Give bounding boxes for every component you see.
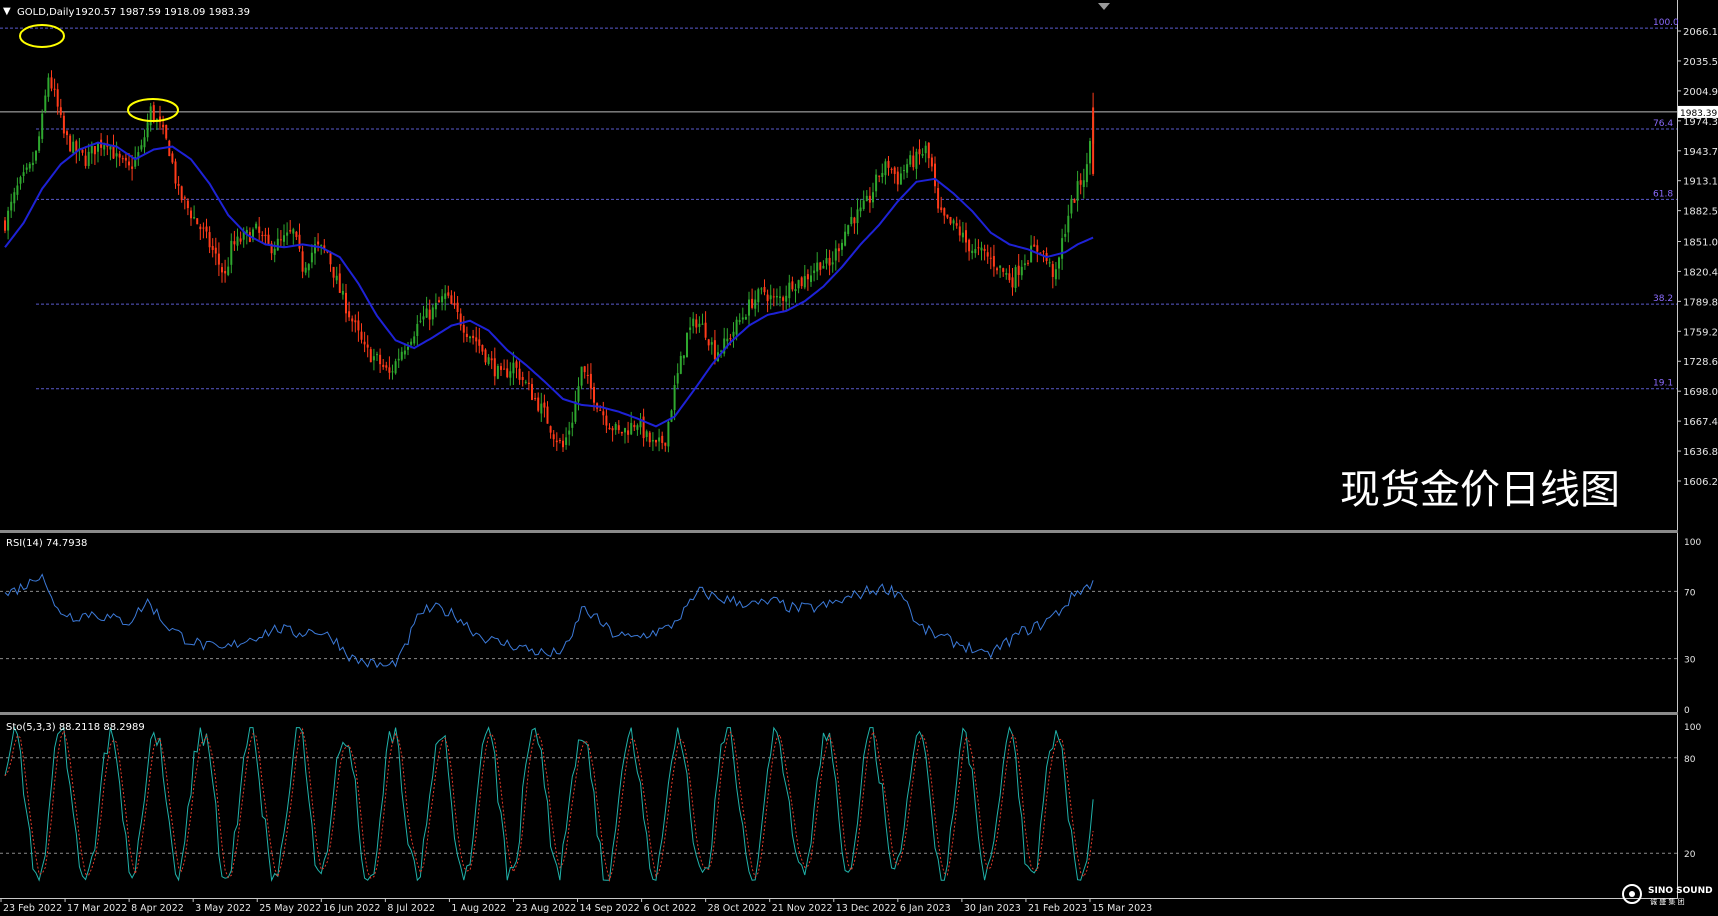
- rsi-tick-label: 0: [1684, 706, 1690, 716]
- pane-separator-1[interactable]: [0, 530, 1678, 533]
- fib-level-label: 61.8: [1653, 189, 1673, 199]
- time-tick-label: 23 Feb 2022: [3, 903, 62, 914]
- price-tick-label: 1851.00: [1683, 237, 1718, 248]
- time-tick-label: 13 Dec 2022: [836, 903, 897, 914]
- time-tick-label: 21 Feb 2023: [1028, 903, 1087, 914]
- sto-title: Sto(5,3,3) 88.2118 88.2989: [6, 722, 145, 733]
- fib-level-label: 76.4: [1653, 119, 1673, 129]
- time-tick-label: 23 Aug 2022: [515, 903, 576, 914]
- sto-tick-label: 100: [1684, 723, 1701, 733]
- brand-name: SINO SOUND: [1648, 886, 1713, 896]
- rsi-tick-label: 100: [1684, 538, 1701, 548]
- time-tick-label: 16 Jun 2022: [323, 903, 380, 914]
- price-tick-label: 1913.10: [1683, 177, 1718, 188]
- candle: [41, 109, 44, 143]
- time-tick-label: 6 Oct 2022: [644, 903, 697, 914]
- time-tick-label: 17 Mar 2022: [67, 903, 127, 914]
- price-tick-label: 1820.40: [1683, 267, 1718, 278]
- price-tick-label: 1943.70: [1683, 147, 1718, 158]
- fib-level-label: 19.1: [1653, 379, 1673, 389]
- candle: [496, 363, 499, 380]
- price-tick-label: 1667.40: [1683, 417, 1718, 428]
- time-tick-label: 28 Oct 2022: [708, 903, 767, 914]
- brand-subtitle: 诚 盛 集 团: [1650, 897, 1685, 906]
- price-tick-label: 1882.50: [1683, 207, 1718, 218]
- price-tick-label: 2066.10: [1683, 27, 1718, 38]
- sto-tick-label: 80: [1684, 755, 1696, 765]
- time-tick-label: 3 May 2022: [195, 903, 251, 914]
- time-tick-label: 14 Sep 2022: [580, 903, 640, 914]
- candle: [165, 124, 168, 141]
- time-tick-label: 25 May 2022: [259, 903, 321, 914]
- fib-level-label: 100.0: [1653, 18, 1679, 28]
- sto-tick-label: 20: [1684, 850, 1696, 860]
- price-tick-label: 1728.60: [1683, 357, 1718, 368]
- chart-window: 2066.102035.502004.901974.301943.701913.…: [0, 0, 1718, 916]
- time-tick-label: 6 Jan 2023: [900, 903, 951, 914]
- fib-level-label: 38.2: [1653, 294, 1673, 304]
- candle: [369, 346, 372, 363]
- time-tick-label: 21 Nov 2022: [772, 903, 833, 914]
- price-tick-label: 2035.50: [1683, 57, 1718, 68]
- time-tick-label: 8 Apr 2022: [131, 903, 184, 914]
- time-tick-label: 1 Aug 2022: [451, 903, 506, 914]
- candle: [196, 218, 199, 225]
- time-tick-label: 30 Jan 2023: [964, 903, 1021, 914]
- price-tick-label: 2004.90: [1683, 87, 1718, 98]
- candle: [686, 332, 688, 358]
- price-tick-label: 1759.20: [1683, 327, 1718, 338]
- symbol-title: GOLD,Daily: [17, 7, 74, 18]
- price-tick-label: 1789.80: [1683, 297, 1718, 308]
- time-tick-label: 15 Mar 2023: [1092, 903, 1152, 914]
- rsi-title: RSI(14) 74.7938: [6, 538, 87, 549]
- rsi-tick-label: 70: [1684, 588, 1696, 598]
- rsi-tick-label: 30: [1684, 656, 1696, 666]
- chart-annotation-title: 现货金价日线图: [1340, 467, 1620, 513]
- price-tick-label: 1698.00: [1683, 387, 1718, 398]
- time-tick-label: 8 Jul 2022: [387, 903, 435, 914]
- candle: [670, 409, 673, 423]
- current-price-label: 1983.39: [1680, 109, 1717, 119]
- ohlc-readout: 1920.57 1987.59 1918.09 1983.39: [75, 7, 250, 18]
- chart-canvas[interactable]: 2066.102035.502004.901974.301943.701913.…: [0, 0, 1718, 916]
- price-tick-label: 1636.80: [1683, 447, 1718, 458]
- collapse-triangle-icon[interactable]: ▼: [3, 6, 11, 17]
- price-tick-label: 1606.20: [1683, 477, 1718, 488]
- candle: [69, 133, 72, 153]
- pane-separator-2[interactable]: [0, 712, 1678, 715]
